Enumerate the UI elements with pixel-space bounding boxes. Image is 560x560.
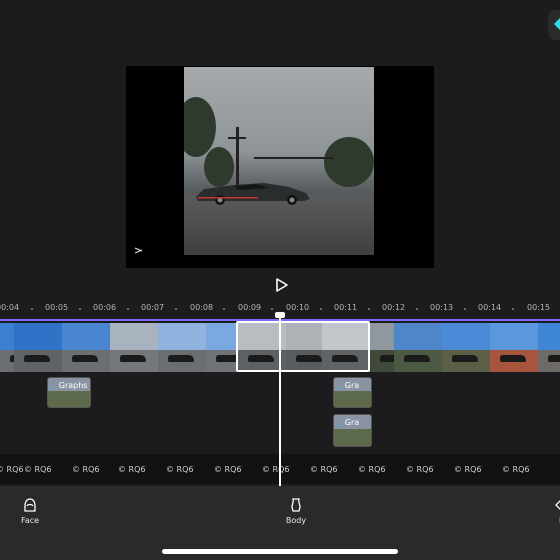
- ruler-label: 00:09: [238, 303, 262, 312]
- utility-pole-arm: [228, 137, 246, 139]
- ruler-label: 00:13: [430, 303, 454, 312]
- watermark-label: © RQ6: [0, 465, 24, 474]
- ruler-tick: [175, 308, 177, 310]
- third-tool-label: H: [534, 516, 560, 525]
- watermark-label: © RQ6: [406, 465, 434, 474]
- ruler-label: 00:05: [45, 303, 69, 312]
- play-icon: [276, 278, 288, 292]
- play-button[interactable]: [272, 276, 290, 294]
- face-tool-button[interactable]: Face: [2, 498, 58, 525]
- third-tool-button[interactable]: H: [534, 498, 560, 525]
- ruler-label: 00:04: [0, 303, 20, 312]
- graph-icon: ⌞: [338, 381, 342, 390]
- video-preview: [126, 66, 434, 268]
- playhead-handle[interactable]: [275, 312, 285, 318]
- watermark-label: © RQ6: [310, 465, 338, 474]
- ruler-label: 00:12: [382, 303, 406, 312]
- home-indicator[interactable]: [162, 549, 398, 554]
- ruler-label: 00:08: [190, 303, 214, 312]
- ruler-label: 00:07: [141, 303, 165, 312]
- watermark-label: © RQ6: [24, 465, 52, 474]
- watermark-label: © RQ6: [72, 465, 100, 474]
- overlay-clip-label: ⌞ Gra: [338, 381, 360, 390]
- watermark-label: © RQ6: [502, 465, 530, 474]
- body-tool-button[interactable]: Body: [268, 498, 324, 525]
- watermark-label: © RQ6: [262, 465, 290, 474]
- video-thumbnail: [14, 323, 62, 372]
- graph-icon: ⌞: [338, 418, 342, 427]
- car-image: [196, 183, 310, 205]
- watermark-label: © RQ6: [214, 465, 242, 474]
- traffic-light-arm: [254, 157, 334, 159]
- ruler-tick: [127, 308, 129, 310]
- video-thumbnail: [158, 323, 206, 372]
- playhead[interactable]: [279, 316, 281, 488]
- watermark-label: © RQ6: [166, 465, 194, 474]
- video-thumbnail: [394, 323, 442, 372]
- face-icon: [24, 498, 36, 512]
- overlay-clip-label: ⌞ Graphs: [52, 381, 88, 390]
- overlay-clip-label: ⌞ Gra: [338, 418, 360, 427]
- body-tool-label: Body: [285, 516, 307, 525]
- top-right-button[interactable]: [548, 10, 560, 40]
- ruler-label: 00:15: [527, 303, 551, 312]
- ruler-tick: [416, 308, 418, 310]
- video-thumbnail: [110, 323, 158, 372]
- ruler-tick: [223, 308, 225, 310]
- capcut-logo-icon: [134, 246, 143, 258]
- diamond-icon: [553, 16, 560, 32]
- ruler-tick: [368, 308, 370, 310]
- selected-clip[interactable]: [236, 321, 370, 372]
- overlay-clip[interactable]: ⌞ Gra: [333, 377, 372, 408]
- ruler-label: 00:14: [478, 303, 502, 312]
- ruler-label: 00:10: [286, 303, 310, 312]
- overlay-clip[interactable]: ⌞ Gra: [333, 414, 372, 447]
- diamond-tool-icon: [555, 500, 560, 510]
- ruler-tick: [320, 308, 322, 310]
- ruler-label: 00:11: [334, 303, 358, 312]
- ruler-tick: [512, 308, 514, 310]
- video-thumbnail: [442, 323, 490, 372]
- utility-pole: [236, 127, 239, 187]
- video-thumbnail: [490, 323, 538, 372]
- watermark-label: © RQ6: [118, 465, 146, 474]
- video-thumbnail: [62, 323, 110, 372]
- ruler-tick: [79, 308, 81, 310]
- graph-icon: ⌞: [52, 381, 56, 390]
- preview-frame: [184, 67, 374, 255]
- video-thumbnail: [538, 323, 560, 372]
- watermark-label: © RQ6: [454, 465, 482, 474]
- body-icon: [291, 498, 301, 512]
- ruler-tick: [464, 308, 466, 310]
- tree-shape: [324, 137, 374, 187]
- tree-shape: [184, 97, 216, 157]
- overlay-clip[interactable]: ⌞ Graphs: [47, 377, 91, 408]
- watermark-label: © RQ6: [358, 465, 386, 474]
- ruler-tick: [31, 308, 33, 310]
- ruler-label: 00:06: [93, 303, 117, 312]
- face-tool-label: Face: [20, 516, 40, 525]
- ruler-tick: [271, 308, 273, 310]
